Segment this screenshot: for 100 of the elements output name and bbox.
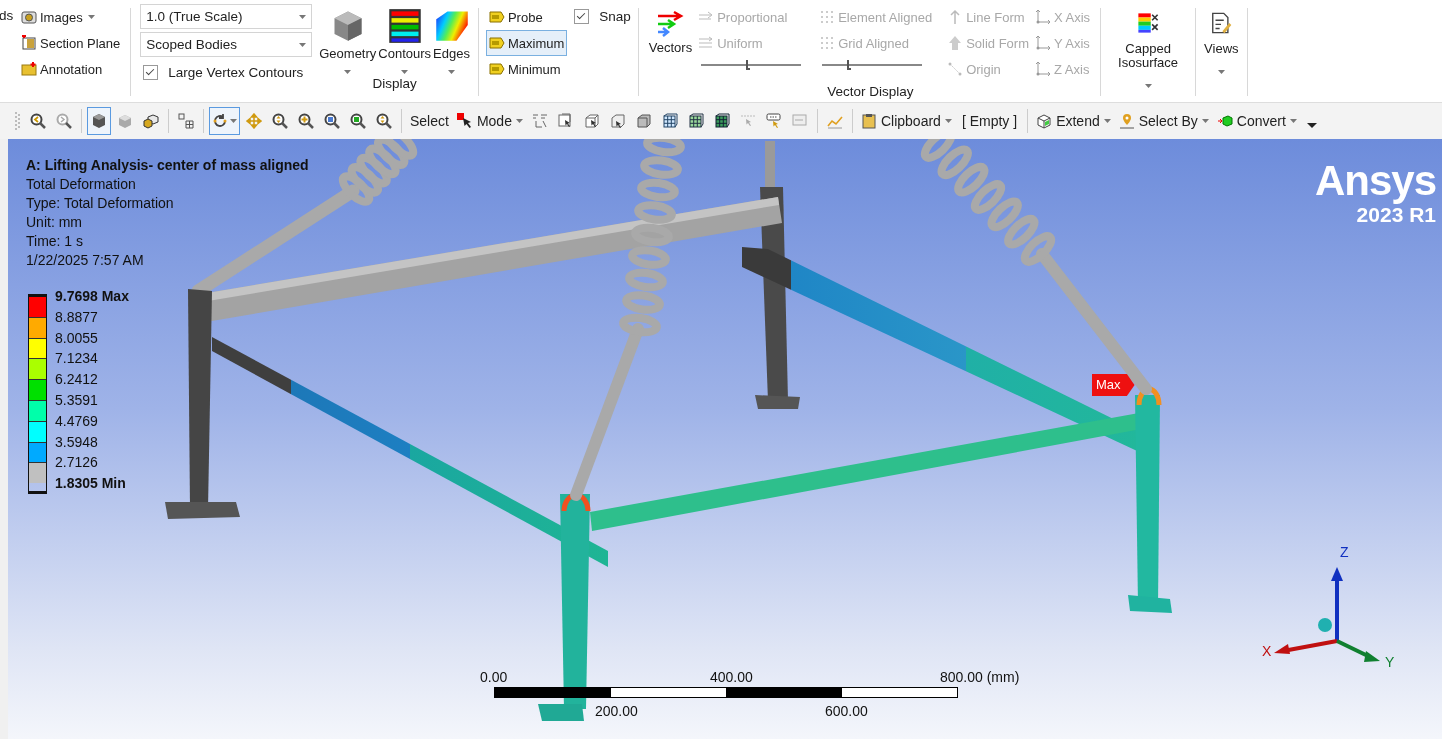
box-select-icon [635,113,652,129]
axis-icon [1035,35,1051,51]
scale-select[interactable]: 1.0 (True Scale) [140,4,313,29]
checkbox[interactable] [143,64,159,80]
scale-label: 400.00 [710,669,753,685]
pan-arrows-icon [246,113,262,129]
slider-thumb[interactable] [746,60,751,70]
scale-label: 800.00 (mm) [940,669,1020,685]
contour-bands-icon [386,8,423,44]
zoom-icon [376,113,392,129]
rainbow-hexagon-icon [433,8,470,44]
tag-icon [488,9,505,25]
dot-grid-icon [819,35,836,51]
legend-value: 4.4769 [55,411,99,431]
caret-icon [1201,119,1209,123]
ribbon-button[interactable]: Edges [432,4,471,74]
result-detail: Type: Total Deformation [26,194,175,213]
box-select-icon [609,113,626,129]
max-probe-label: Max [1092,374,1135,396]
legend-value: 1.8305 Min [55,474,127,494]
group-label: Display [372,76,417,91]
legend-value: 8.8877 [55,307,99,327]
cube-icon [117,113,133,129]
ribbon-button[interactable]: Contours [377,4,433,74]
caret-icon [299,42,307,47]
zoom-icon [272,113,288,129]
grid-icon [178,113,194,129]
axis-label: Z [1340,544,1349,560]
shaded-cube-icon [91,113,107,129]
lines-icon [698,35,715,51]
toolbar-menu[interactable]: Mode [452,107,527,135]
clipboard-icon [860,113,877,129]
ribbon-button[interactable]: Capped Isosurface [1107,4,1190,88]
rotate-icon [212,113,228,129]
box-select-icon [557,113,574,129]
slider-thumb[interactable] [847,60,852,70]
annotation-icon [21,61,37,77]
brand-logo: Ansys [1314,159,1436,203]
legend-value: 2.7126 [55,453,99,473]
camera-icon [21,9,37,25]
origin-icon [947,61,964,77]
checkbox[interactable] [574,8,590,24]
ribbon-button[interactable]: Geometry [318,4,378,74]
caret-icon [299,14,307,19]
ribbon-button[interactable]: Annotation [18,56,124,82]
legend-value: 5.3591 [55,391,99,410]
axis-icon [1035,9,1051,25]
toolbar-button[interactable] [209,107,240,135]
zoom-back-icon [30,113,46,129]
toolbar-menu[interactable]: Select By [1114,107,1213,135]
result-title: A: Lifting Analysis- center of mass aligned [26,156,309,175]
axis-icon [1035,61,1051,77]
zoom-fit-icon [350,113,366,129]
pin-icon [1118,113,1135,129]
color-bands-icon [1137,12,1160,34]
clipboard-status: [ Empty ] [960,113,1019,129]
caret-icon [1103,119,1111,123]
toolbar-button[interactable] [87,107,111,135]
checkbox-label[interactable]: Snap [599,8,631,24]
scale-label: 600.00 [825,703,868,719]
ribbon-button[interactable]: Images [18,4,124,30]
caret-icon [515,119,523,123]
zoom-in-icon [298,113,314,129]
toolbar-menu[interactable]: Convert [1212,107,1301,135]
body-select[interactable]: Scoped Bodies [140,32,313,57]
ribbon-button[interactable]: Probe [485,4,568,30]
overflow-caret-icon [1306,122,1317,128]
box-icon [1036,113,1053,129]
result-detail: 1/22/2025 7:57 AM [26,251,145,270]
checkbox-label[interactable]: Large Vertex Contours [168,64,304,80]
zoom-box-icon [324,113,340,129]
mesh-cube-icon [713,113,730,129]
mesh-cube-icon [687,113,704,129]
cursor-icon [456,113,473,129]
coordinate-cursor-icon [739,113,756,129]
group-label: Vector Display [827,84,914,99]
ribbon-button[interactable]: Section Plane [18,30,124,56]
caret-icon [944,119,952,123]
vectors-button[interactable]: Vectors [647,4,694,55]
ribbon-label[interactable]: ds [0,8,14,23]
caret-icon [1289,119,1297,123]
toolbar-menu[interactable]: Extend [1032,107,1115,135]
toolbar-menu[interactable]: Clipboard [856,107,956,135]
result-detail: Time: 1 s [26,232,85,251]
result-detail: Total Deformation [26,175,137,194]
select-button[interactable]: Select [406,107,453,135]
grip-icon [14,111,21,131]
axis-label: X [1262,643,1272,659]
version-label: 2023 R1 [1356,203,1436,227]
tag-icon [488,35,505,51]
vector-arrows-icon [656,10,685,38]
mesh-cube-icon [661,113,678,129]
ribbon-button[interactable]: Maximum [485,30,568,56]
box-select-icon [583,113,600,129]
solid-arrow-icon [947,35,964,51]
ribbon-button[interactable]: Minimum [485,56,568,82]
ribbon-button[interactable]: Views [1203,4,1240,74]
tag-cursor-icon [765,113,782,129]
legend-value: 8.0055 [55,328,99,348]
legend-value: 7.1234 [55,349,99,369]
